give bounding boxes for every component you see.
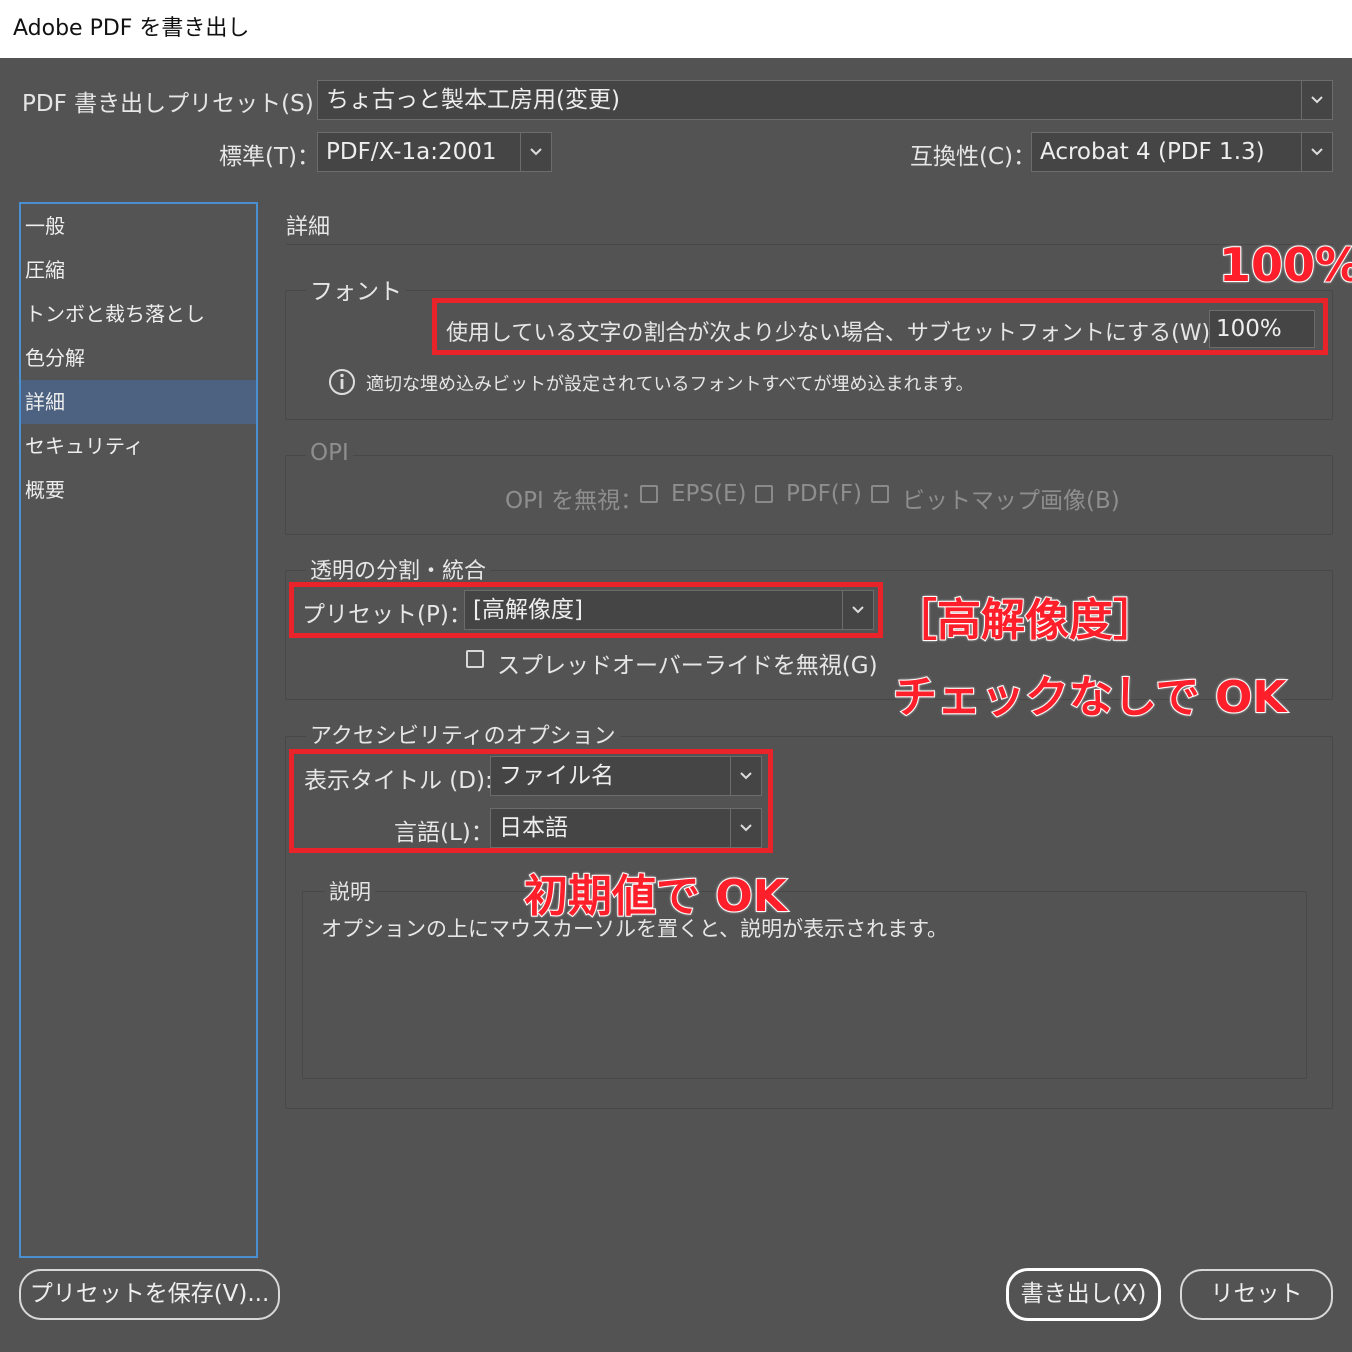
opi-ignore-label: OPI を無視： xyxy=(505,488,644,514)
info-icon xyxy=(328,368,356,396)
sidebar-item-security[interactable]: セキュリティ xyxy=(21,424,256,468)
sidebar-item-summary[interactable]: 概要 xyxy=(21,468,256,512)
window-title: Adobe PDF を書き出し xyxy=(0,0,1352,58)
compat-value: Acrobat 4 (PDF 1.3) xyxy=(1040,139,1265,165)
annotation-default-ok: 初期値で OK xyxy=(523,870,788,923)
opi-bitmap-label: ビットマップ画像(B) xyxy=(902,488,1120,514)
font-info-text: 適切な埋め込みビットが設定されているフォントすべてが埋め込まれます。 xyxy=(366,374,974,395)
chevron-down-icon[interactable] xyxy=(1301,133,1332,171)
preset-label: PDF 書き出しプリセット(S)： xyxy=(22,91,337,117)
preset-select[interactable]: ちょ古っと製本工房用(変更) xyxy=(317,80,1333,120)
standard-select[interactable]: PDF/X-1a:2001 xyxy=(317,132,552,172)
opi-eps-checkbox[interactable] xyxy=(640,485,658,503)
reset-button[interactable]: リセット xyxy=(1180,1269,1333,1320)
export-button[interactable]: 書き出し(X) xyxy=(1006,1268,1161,1321)
chevron-down-icon[interactable] xyxy=(1301,81,1332,119)
sidebar-item-advanced[interactable]: 詳細 xyxy=(21,380,256,424)
sidebar-item-compression[interactable]: 圧縮 xyxy=(21,248,256,292)
chevron-down-icon[interactable] xyxy=(520,133,551,171)
spread-override-label: スプレッドオーバーライドを無視(G) xyxy=(497,653,878,679)
spread-override-checkbox[interactable] xyxy=(466,650,484,668)
annotation-hires: ［高解像度］ xyxy=(892,594,1158,647)
save-preset-button[interactable]: プリセットを保存(V)... xyxy=(19,1269,280,1320)
annotation-percent: 100% xyxy=(1218,237,1352,293)
annotation-box-accessibility xyxy=(289,749,773,853)
opi-legend: OPI xyxy=(306,440,353,466)
compat-label: 互換性(C)： xyxy=(910,144,1037,170)
font-legend: フォント xyxy=(306,272,406,306)
compat-select[interactable]: Acrobat 4 (PDF 1.3) xyxy=(1031,132,1333,172)
annotation-no-check: チェックなしで OK xyxy=(892,671,1287,724)
panel-title: 詳細 xyxy=(286,215,331,240)
opi-bitmap-checkbox[interactable] xyxy=(871,485,889,503)
divider xyxy=(286,244,1333,245)
sidebar-item-general[interactable]: 一般 xyxy=(21,204,256,248)
opi-pdf-checkbox[interactable] xyxy=(755,485,773,503)
opi-pdf-label: PDF(F) xyxy=(786,481,862,507)
description-legend: 説明 xyxy=(325,876,375,906)
annotation-box-flatten xyxy=(289,582,883,638)
annotation-box-subset xyxy=(432,298,1328,355)
opi-eps-label: EPS(E) xyxy=(671,481,747,507)
sidebar-item-marks-bleeds[interactable]: トンボと裁ち落とし xyxy=(21,292,256,336)
sidebar-item-output[interactable]: 色分解 xyxy=(21,336,256,380)
sidebar: 一般 圧縮 トンボと裁ち落とし 色分解 詳細 セキュリティ 概要 xyxy=(19,202,258,1258)
standard-value: PDF/X-1a:2001 xyxy=(326,139,497,165)
preset-value: ちょ古っと製本工房用(変更) xyxy=(326,87,620,113)
accessibility-legend: アクセシビリティのオプション xyxy=(306,718,620,750)
flatten-legend: 透明の分割・統合 xyxy=(306,553,491,585)
standard-label: 標準(T)： xyxy=(219,144,320,170)
